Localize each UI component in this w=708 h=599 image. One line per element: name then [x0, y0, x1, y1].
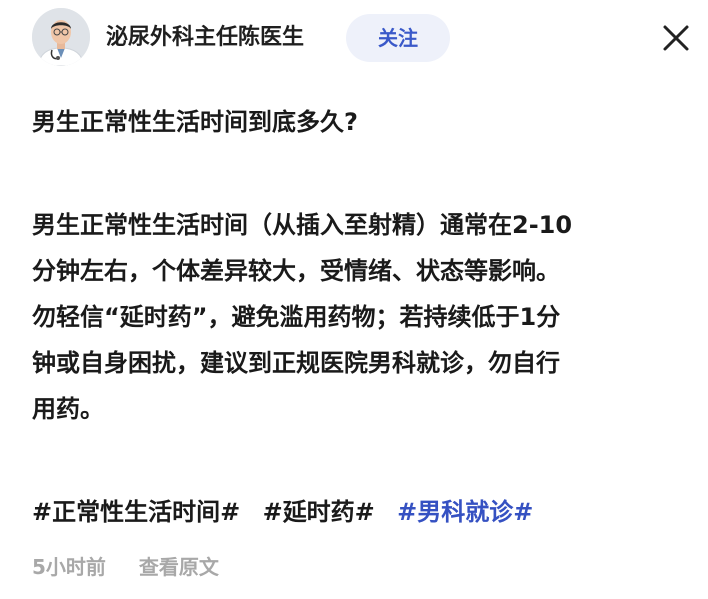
post-question: 男生正常性生活时间到底多久? [32, 108, 358, 136]
post-header: 泌尿外科主任陈医生 关注 [0, 0, 708, 78]
answer-line: 用药。 [32, 395, 104, 423]
follow-button[interactable]: 关注 [346, 14, 450, 62]
hashtag-list: #正常性生活时间# #延时药# #男科就诊# [32, 494, 547, 530]
answer-line: 男生正常性生活时间（从插入至射精）通常在2-10 [32, 211, 573, 239]
answer-line: 分钟左右，个体差异较大，受情绪、状态等影响。 [32, 257, 560, 285]
post-time: 5小时前 [32, 555, 106, 579]
hashtag-link[interactable]: #男科就诊# [397, 498, 533, 526]
view-source-link[interactable]: 查看原文 [139, 555, 219, 579]
close-icon [663, 25, 689, 51]
answer-line: 钟或自身困扰，建议到正规医院男科就诊，勿自行 [32, 349, 560, 377]
post-answer: 男生正常性生活时间（从插入至射精）通常在2-10 分钟左右，个体差异较大，受情绪… [32, 202, 704, 432]
author-name[interactable]: 泌尿外科主任陈医生 [106, 24, 304, 52]
post-meta: 5小时前 查看原文 [32, 552, 219, 582]
answer-line: 勿轻信“延时药”，避免滥用药物；若持续低于1分 [32, 303, 561, 331]
hashtag: #正常性生活时间# [32, 498, 241, 526]
close-button[interactable] [658, 20, 694, 56]
doctor-avatar-icon [32, 8, 90, 66]
hashtag: #延时药# [262, 498, 375, 526]
author-avatar[interactable] [32, 8, 90, 66]
